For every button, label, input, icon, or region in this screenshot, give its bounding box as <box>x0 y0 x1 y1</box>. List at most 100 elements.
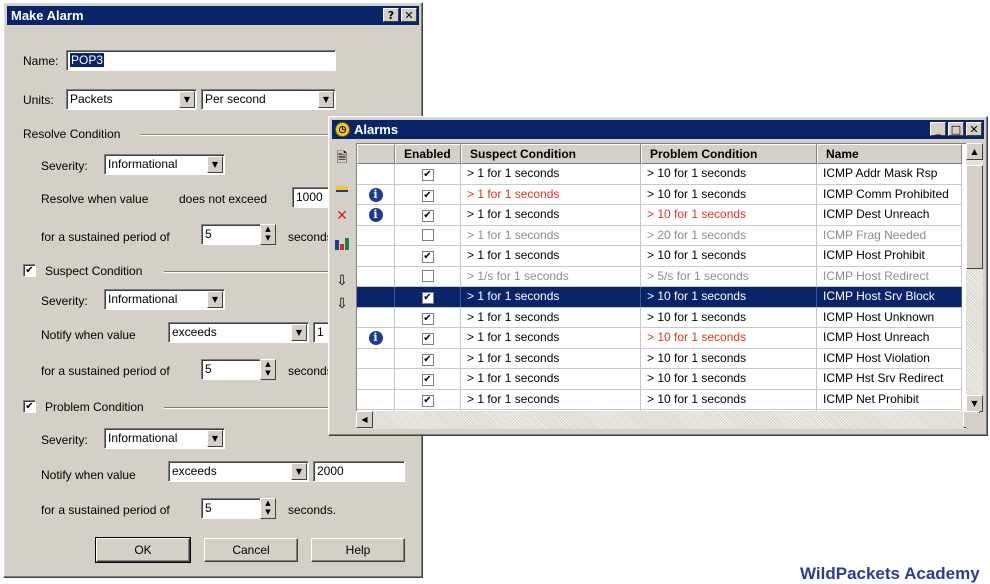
table-row[interactable]: i ✔ > 1 for 1 seconds > 10 for 1 seconds ICM… <box>357 205 962 226</box>
chevron-down-icon[interactable]: ▼ <box>207 430 223 447</box>
info-cell <box>357 369 395 389</box>
info-icon[interactable]: i <box>368 331 383 345</box>
close-window-button[interactable]: ✕ <box>966 122 982 136</box>
help-button[interactable]: Help <box>311 538 405 562</box>
export-icon[interactable]: ⇩ <box>333 295 351 313</box>
name-cell: ICMP Host Violation <box>817 348 962 368</box>
table-row[interactable]: ✔ > 1 for 1 seconds > 10 for 1 seconds ICMP… <box>357 348 962 369</box>
info-icon[interactable]: i <box>368 208 383 222</box>
col-enabled-header[interactable]: Enabled <box>395 144 461 164</box>
enabled-checkbox[interactable]: ✔ <box>421 189 434 202</box>
chevron-down-icon[interactable]: ▼ <box>291 324 307 341</box>
maximize-button[interactable]: □ <box>948 122 964 136</box>
col-name-header[interactable]: Name <box>817 144 962 164</box>
suspect-period-input[interactable]: 5 <box>201 359 261 380</box>
import-icon[interactable]: ⇩ <box>333 272 351 290</box>
alarms-window: ◷ Alarms _ □ ✕ 🗎 ✕ ⇩ ⇩ Enabled Suspect C… <box>328 116 988 436</box>
table-row[interactable]: ✔ > 1 for 1 seconds > 10 for 1 seconds ICMP… <box>357 307 962 328</box>
col-suspect-header[interactable]: Suspect Condition <box>461 144 641 164</box>
chevron-down-icon[interactable]: ▼ <box>291 463 307 480</box>
enabled-checkbox[interactable]: ✔ <box>421 251 434 263</box>
suspect-period-stepper[interactable]: ▲ ▼ <box>260 359 276 380</box>
problem-period-input[interactable]: 5 <box>201 498 261 519</box>
name-cell: ICMP Host Redirect <box>817 266 962 286</box>
enabled-checkbox[interactable] <box>421 228 434 241</box>
problem-severity-value: Informational <box>108 431 178 445</box>
enabled-cell: ✔ <box>395 205 461 225</box>
alarms-table[interactable]: Enabled Suspect Condition Problem Condit… <box>356 143 980 429</box>
problem-period-value: 5 <box>205 501 212 515</box>
suspect-severity-select[interactable]: Informational ▼ <box>104 289 225 310</box>
name-input[interactable]: POP3 <box>66 50 336 71</box>
problem-checkbox[interactable]: ✔ <box>23 400 36 413</box>
table-row[interactable]: ✔ > 1 for 1 seconds > 10 for 1 seconds ICMP… <box>357 369 962 390</box>
col-info-header[interactable] <box>357 144 395 164</box>
minimize-button[interactable]: _ <box>930 122 946 136</box>
enabled-checkbox[interactable]: ✔ <box>421 374 434 386</box>
table-row[interactable]: ✔ > 1 for 1 seconds > 10 for 1 seconds ICMP… <box>357 287 962 308</box>
info-cell <box>357 164 395 184</box>
info-cell <box>357 287 395 307</box>
table-row[interactable]: ✔ > 1 for 1 seconds > 10 for 1 seconds ICMP… <box>357 246 962 267</box>
scroll-up-button[interactable]: ▲ <box>966 143 983 160</box>
enabled-checkbox[interactable]: ✔ <box>421 394 434 407</box>
name-cell: ICMP Frag Needed <box>817 225 962 245</box>
enabled-cell: ✔ <box>395 348 461 368</box>
table-row[interactable]: > 1 for 1 seconds > 20 for 1 seconds ICMP … <box>357 225 962 246</box>
resolve-period-stepper[interactable]: ▲ ▼ <box>260 224 276 245</box>
enabled-checkbox[interactable]: ✔ <box>421 353 434 366</box>
enabled-cell: ✔ <box>395 164 461 184</box>
horizontal-scrollbar[interactable]: ◀ ▶ <box>356 411 980 429</box>
units-select[interactable]: Packets ▼ <box>66 89 197 110</box>
table-row[interactable]: ✔ > 1 for 1 seconds > 10 for 1 seconds ICMP… <box>357 164 962 185</box>
make-alarm-titlebar[interactable]: Make Alarm ? ✕ <box>7 6 419 25</box>
chevron-down-icon[interactable]: ▼ <box>318 91 334 108</box>
problem-threshold-input[interactable]: 2000 <box>313 461 405 482</box>
chevron-down-icon[interactable]: ▼ <box>207 156 223 173</box>
enabled-checkbox[interactable]: ✔ <box>421 292 434 304</box>
problem-op-select[interactable]: exceeds ▼ <box>168 461 309 482</box>
info-cell <box>357 225 395 245</box>
resolve-severity-select[interactable]: Informational ▼ <box>104 154 225 175</box>
suspect-checkbox[interactable]: ✔ <box>23 264 36 277</box>
table-row[interactable]: i ✔ > 1 for 1 seconds > 10 for 1 seconds ICM… <box>357 184 962 205</box>
help-title-button[interactable]: ? <box>383 8 399 22</box>
suspect-op-select[interactable]: exceeds ▼ <box>168 322 309 343</box>
enabled-checkbox[interactable] <box>421 269 434 282</box>
resize-grip[interactable] <box>966 413 983 431</box>
name-cell: ICMP Hst Srv Redirect <box>817 369 962 389</box>
chevron-down-icon[interactable]: ▼ <box>207 291 223 308</box>
close-title-button[interactable]: ✕ <box>401 8 417 22</box>
enabled-checkbox[interactable]: ✔ <box>421 210 434 222</box>
scroll-left-button[interactable]: ◀ <box>356 411 373 428</box>
rate-select[interactable]: Per second ▼ <box>201 89 336 110</box>
problem-group-title: Problem Condition <box>45 400 144 414</box>
new-alarm-icon[interactable] <box>333 179 351 197</box>
properties-icon[interactable]: 🗎 <box>333 149 351 167</box>
enabled-cell: ✔ <box>395 389 461 409</box>
alarms-titlebar[interactable]: ◷ Alarms _ □ ✕ <box>332 120 984 139</box>
table-row[interactable]: i ✔ > 1 for 1 seconds > 10 for 1 seconds ICM… <box>357 328 962 349</box>
enabled-checkbox[interactable]: ✔ <box>421 312 434 325</box>
scroll-down-button[interactable]: ▼ <box>966 395 983 412</box>
resolve-period-input[interactable]: 5 <box>201 224 261 245</box>
name-cell: ICMP Host Unreach <box>817 328 962 348</box>
enabled-checkbox[interactable]: ✔ <box>421 333 434 345</box>
delete-icon[interactable]: ✕ <box>333 207 351 225</box>
chevron-down-icon[interactable]: ▼ <box>179 91 195 108</box>
units-label: Units: <box>23 93 54 107</box>
ok-button[interactable]: OK <box>95 537 191 563</box>
table-row[interactable]: > 1/s for 1 seconds > 5/s for 1 seconds IC… <box>357 266 962 287</box>
problem-severity-select[interactable]: Informational ▼ <box>104 428 225 449</box>
cancel-button[interactable]: Cancel <box>204 538 298 562</box>
table-row[interactable]: ✔ > 1 for 1 seconds > 10 for 1 seconds ICMP… <box>357 389 962 410</box>
name-cell: ICMP Addr Mask Rsp <box>817 164 962 184</box>
vertical-scrollbar[interactable]: ▲ ▼ <box>966 143 983 429</box>
col-problem-header[interactable]: Problem Condition <box>641 144 817 164</box>
problem-period-stepper[interactable]: ▲ ▼ <box>260 498 276 519</box>
enabled-checkbox[interactable]: ✔ <box>421 169 434 181</box>
scroll-thumb[interactable] <box>966 165 983 269</box>
enabled-cell: ✔ <box>395 328 461 348</box>
info-icon[interactable]: i <box>368 187 383 202</box>
chart-icon[interactable] <box>333 237 351 255</box>
